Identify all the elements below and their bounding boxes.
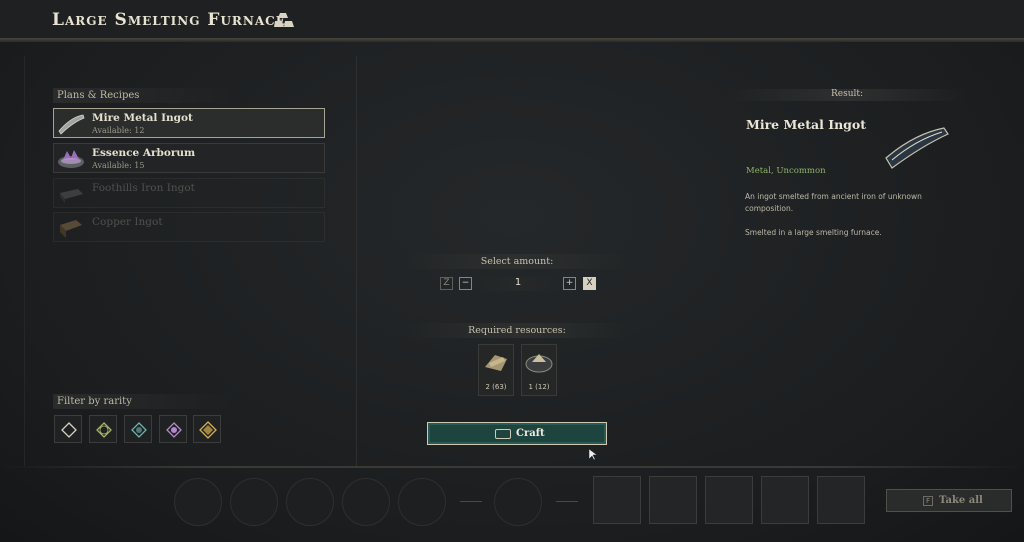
- resource-count: 1 (12): [528, 383, 550, 391]
- background: [0, 0, 1024, 542]
- output-slot-circle[interactable]: [286, 478, 334, 526]
- recipe-item-copper-ingot[interactable]: Copper Ingot: [53, 212, 325, 242]
- bottom-divider: [0, 466, 1024, 468]
- rarity-filter-common[interactable]: [54, 415, 82, 443]
- header-edge: [0, 38, 1024, 42]
- recipe-item-essence-arborum[interactable]: Essence Arborum Available: 15: [53, 143, 325, 173]
- recipe-item-foothills-iron-ingot[interactable]: Foothills Iron Ingot: [53, 178, 325, 208]
- panel-divider-left: [356, 56, 357, 466]
- iron-ingot-icon: [60, 189, 83, 203]
- filter-label: Filter by rarity: [53, 394, 233, 409]
- result-label: Result:: [728, 89, 966, 101]
- diamond-icon: [199, 421, 217, 439]
- rarity-filter-epic[interactable]: [159, 415, 187, 443]
- recipe-available: Available: 12: [92, 126, 145, 135]
- min-amount-key[interactable]: Z: [440, 277, 453, 290]
- recipe-name: Mire Metal Ingot: [92, 112, 193, 124]
- output-slot-box[interactable]: [817, 476, 865, 524]
- output-slot-box[interactable]: [649, 476, 697, 524]
- amount-label: Select amount:: [407, 254, 627, 269]
- resource-count: 2 (63): [485, 383, 507, 391]
- recipe-name: Foothills Iron Ingot: [92, 182, 195, 194]
- rarity-filter-uncommon[interactable]: [89, 415, 117, 443]
- result-note: Smelted in a large smelting furnace.: [745, 228, 882, 237]
- max-amount-key[interactable]: X: [583, 277, 596, 290]
- rarity-filter-legendary[interactable]: [193, 415, 221, 443]
- diamond-icon: [166, 422, 182, 438]
- output-slot-circle[interactable]: [398, 478, 446, 526]
- output-slot-box[interactable]: [761, 476, 809, 524]
- recipes-label: Plans & Recipes: [53, 88, 233, 103]
- diamond-icon: [131, 422, 147, 438]
- slot-separator: [460, 501, 482, 502]
- recipe-name: Copper Ingot: [92, 216, 163, 228]
- ore-bowl-icon: [525, 354, 553, 373]
- resource-slot[interactable]: 1 (12): [521, 344, 557, 396]
- output-slot-circle[interactable]: [494, 478, 542, 526]
- keyboard-key-icon: [495, 429, 511, 439]
- take-all-button[interactable]: F Take all: [886, 489, 1012, 512]
- result-name: Mire Metal Ingot: [746, 117, 867, 132]
- increase-button[interactable]: +: [563, 277, 576, 290]
- diamond-icon: [61, 422, 77, 438]
- result-type: Metal, Uncommon: [746, 166, 826, 176]
- slot-separator: [556, 501, 578, 502]
- diamond-icon: [96, 422, 112, 438]
- recipe-available: Available: 15: [92, 161, 145, 170]
- panel-edge-left: [24, 56, 25, 466]
- resource-slot[interactable]: 2 (63): [478, 344, 514, 396]
- ingot-stack-icon: [274, 13, 294, 27]
- take-all-key: F: [923, 496, 933, 506]
- output-slot-box[interactable]: [705, 476, 753, 524]
- take-all-label: Take all: [939, 495, 983, 506]
- resources-label: Required resources:: [407, 323, 627, 338]
- recipe-name: Essence Arborum: [92, 147, 196, 159]
- craft-label: Craft: [516, 428, 545, 439]
- result-description: An ingot smelted from ancient iron of un…: [745, 192, 922, 213]
- mire-ingot-icon: [58, 114, 85, 135]
- output-slot-circle[interactable]: [230, 478, 278, 526]
- amount-value[interactable]: 1: [478, 277, 558, 291]
- output-slot-box[interactable]: [593, 476, 641, 524]
- output-slot-circle[interactable]: [342, 478, 390, 526]
- copper-ingot-icon: [60, 220, 82, 238]
- output-slot-circle[interactable]: [174, 478, 222, 526]
- decrease-button[interactable]: −: [459, 277, 472, 290]
- rarity-filter-rare[interactable]: [124, 415, 152, 443]
- essence-arborum-icon: [58, 150, 84, 168]
- mouse-cursor-icon: [589, 449, 597, 461]
- recipe-item-mire-metal-ingot[interactable]: Mire Metal Ingot Available: 12: [53, 108, 325, 138]
- metal-scrap-icon: [485, 355, 507, 371]
- craft-button[interactable]: Craft: [427, 422, 607, 445]
- mire-ingot-result-icon: [885, 127, 949, 169]
- page-title: Large Smelting Furnace: [52, 10, 286, 30]
